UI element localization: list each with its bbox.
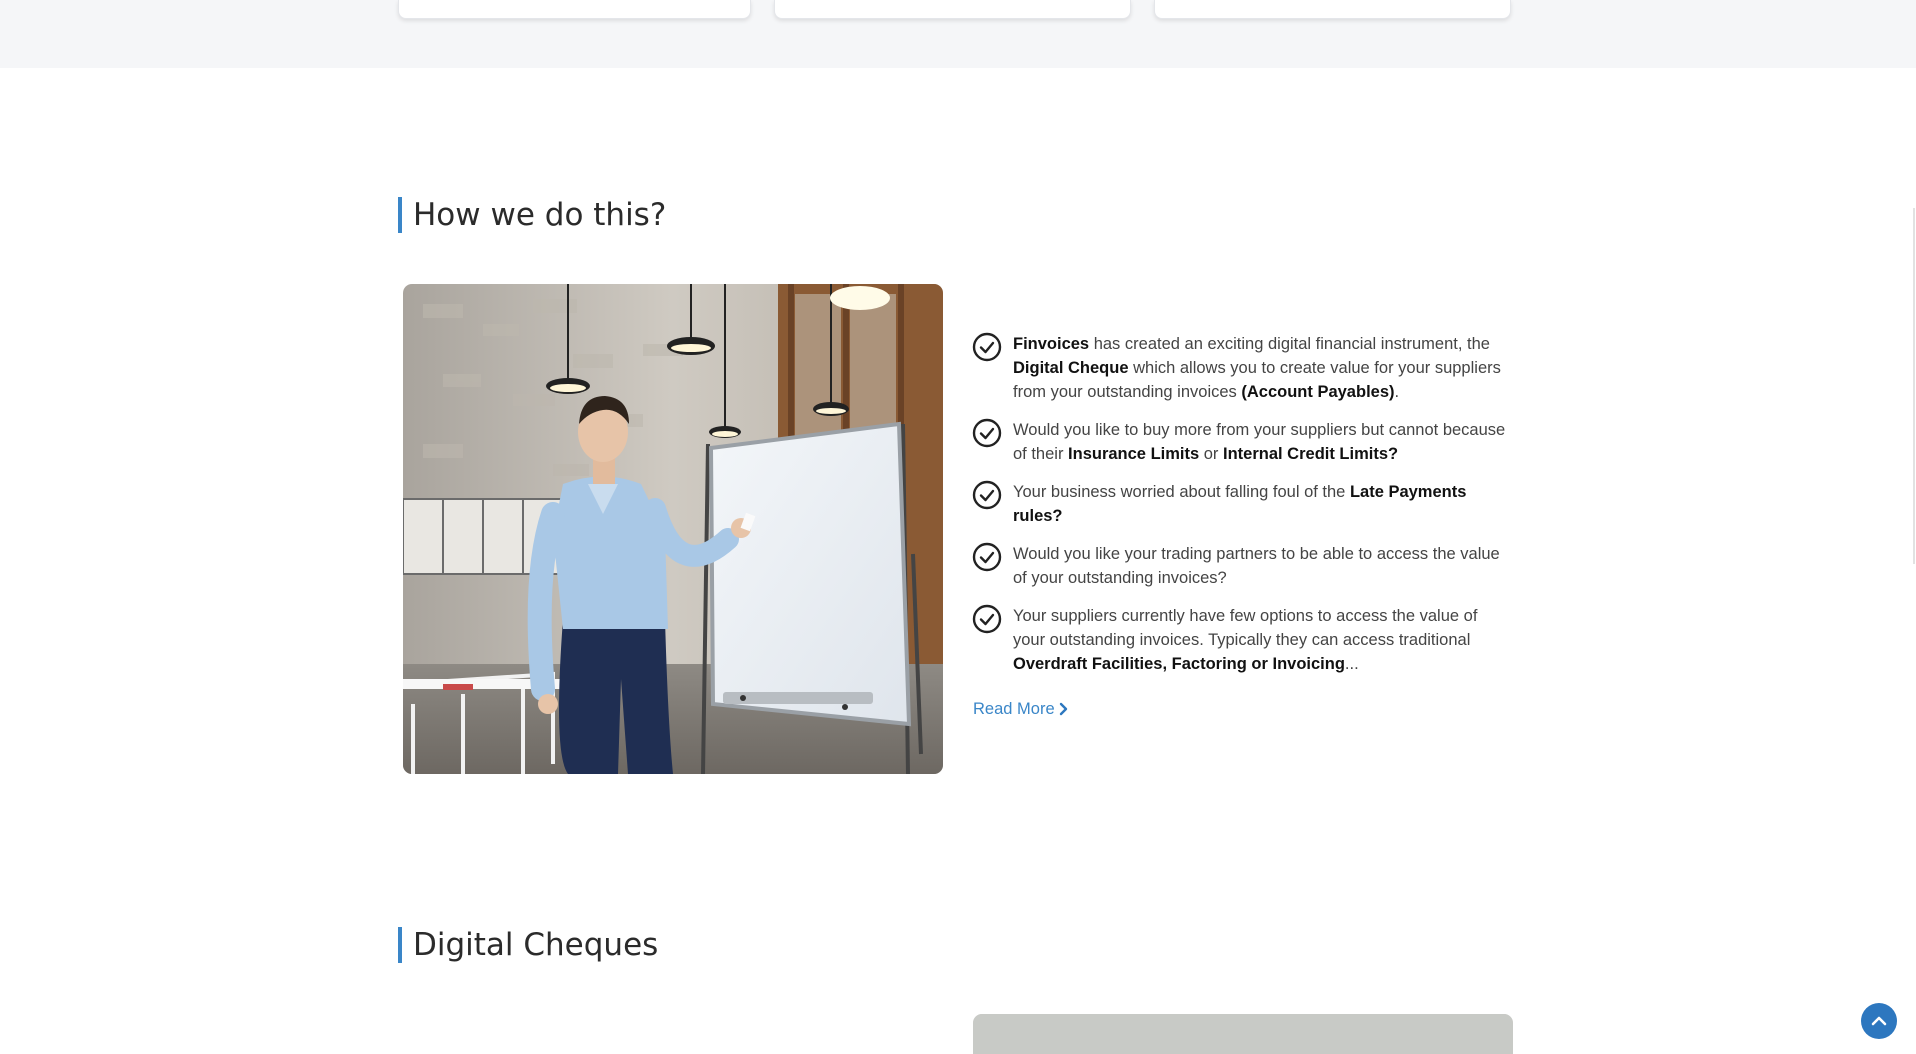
cheques-section-title: Digital Cheques (398, 927, 658, 963)
read-more-label: Read More (973, 700, 1055, 718)
point-text: Your business worried about falling foul… (1013, 483, 1467, 525)
point-text: Would you like your trading partners to … (1013, 545, 1500, 587)
feature-card (774, 0, 1131, 19)
read-more-link[interactable]: Read More (973, 697, 1069, 721)
scroll-to-top-button[interactable] (1861, 1003, 1897, 1039)
list-item: Your suppliers currently have few option… (972, 604, 1512, 676)
chevron-right-icon (1059, 702, 1067, 716)
check-circle-icon (972, 604, 1002, 634)
point-text: Your suppliers currently have few option… (1013, 607, 1478, 673)
list-item: Would you like your trading partners to … (972, 542, 1512, 590)
digital-cheque-image (973, 1014, 1513, 1054)
check-circle-icon (972, 480, 1002, 510)
chevron-up-icon (1871, 1016, 1887, 1026)
list-item: Your business worried about falling foul… (972, 480, 1512, 528)
point-text: Finvoices has created an exciting digita… (1013, 335, 1501, 401)
check-circle-icon (972, 332, 1002, 362)
list-item: Would you like to buy more from your sup… (972, 418, 1512, 466)
previous-section-band (0, 0, 1916, 68)
point-text: Would you like to buy more from your sup… (1013, 421, 1506, 463)
how-section-title: How we do this? (398, 197, 666, 233)
list-item: Finvoices has created an exciting digita… (972, 332, 1512, 404)
features-list: Finvoices has created an exciting digita… (972, 332, 1512, 690)
presenter-whiteboard-photo (403, 284, 943, 774)
check-circle-icon (972, 542, 1002, 572)
check-circle-icon (972, 418, 1002, 448)
feature-card (1154, 0, 1511, 19)
feature-card (398, 0, 751, 19)
scrollbar[interactable] (1913, 208, 1915, 564)
